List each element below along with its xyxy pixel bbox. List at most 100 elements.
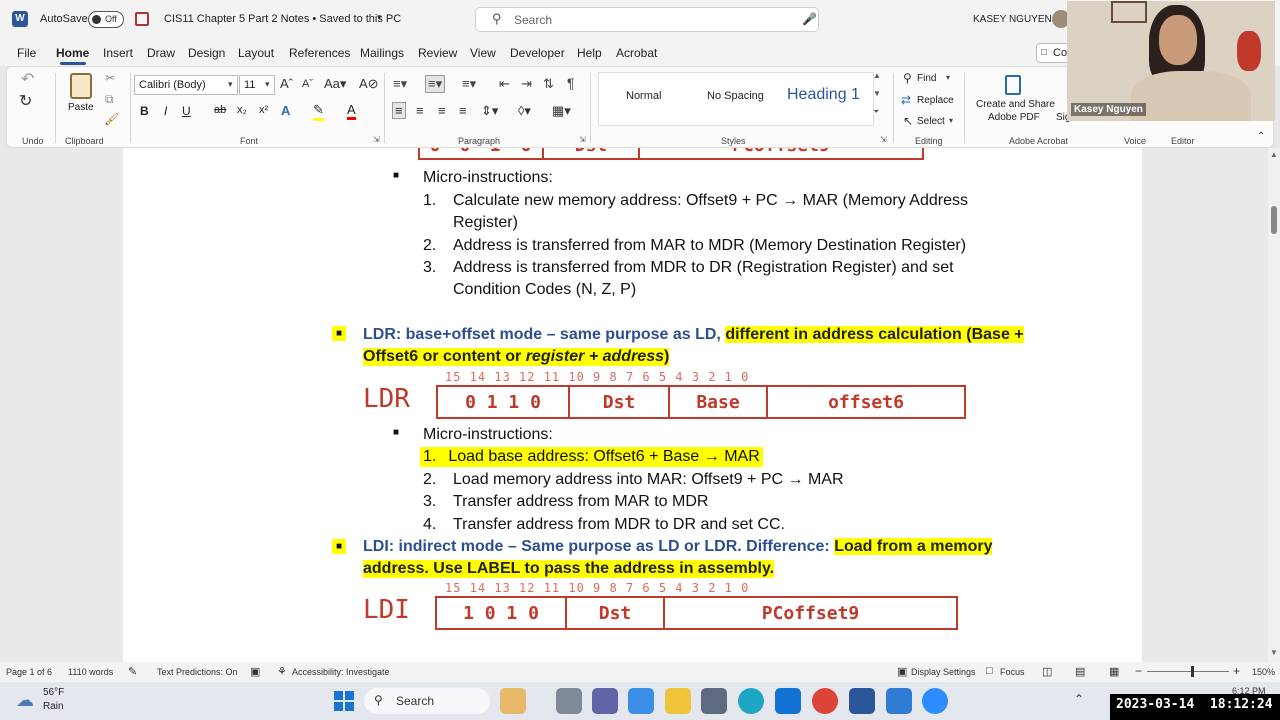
menu-file[interactable]: File — [17, 46, 36, 60]
increase-indent-icon[interactable]: ⇥ — [521, 76, 532, 92]
superscript-button[interactable]: x² — [259, 104, 268, 116]
microsoft-store-icon[interactable] — [628, 688, 654, 714]
widgets-icon[interactable] — [500, 688, 526, 714]
strikethrough-button[interactable]: ab — [214, 104, 226, 116]
underline-button[interactable]: U — [182, 104, 191, 118]
proofing-icon[interactable]: ✎ — [128, 665, 137, 678]
edge-browser-icon[interactable] — [738, 688, 764, 714]
chevron-up-icon[interactable]: ⌃ — [1074, 692, 1084, 706]
text-effects-icon[interactable]: A — [281, 103, 290, 118]
sort-icon[interactable]: ⇅ — [543, 76, 554, 92]
subscript-button[interactable]: x₂ — [237, 104, 247, 116]
shading-icon[interactable]: ◊▾ — [518, 103, 531, 119]
format-painter-icon[interactable]: 🖌 — [104, 112, 119, 126]
autosave-toggle[interactable]: Off — [88, 11, 124, 28]
copy-icon[interactable]: ⧉ — [105, 92, 114, 107]
multilevel-list-icon[interactable]: ≡▾ — [462, 76, 476, 92]
zoom-app-icon[interactable] — [922, 688, 948, 714]
style-heading-1[interactable]: Heading 1 — [787, 86, 860, 104]
microphone-icon[interactable]: 🎤 — [802, 12, 817, 26]
font-dialog-launcher-icon[interactable]: ⇲ — [373, 135, 380, 144]
collapse-ribbon-icon[interactable]: ⌃ — [1257, 131, 1265, 142]
style-normal[interactable]: Normal — [626, 90, 661, 102]
focus-button[interactable]: Focus — [1000, 667, 1025, 677]
shrink-font-icon[interactable]: Aˇ — [302, 78, 313, 90]
line-spacing-icon[interactable]: ⇕▾ — [481, 103, 498, 119]
justify-button[interactable]: ≡ — [459, 103, 467, 118]
cut-icon[interactable]: ✂ — [105, 71, 115, 85]
calendar-icon[interactable] — [886, 688, 912, 714]
menu-view[interactable]: View — [470, 46, 496, 60]
grow-font-icon[interactable]: Aˆ — [280, 76, 293, 91]
word-count[interactable]: 1110 words — [68, 667, 113, 677]
adobe-pdf-label[interactable]: Adobe PDF — [988, 112, 1040, 123]
scrollbar-thumb[interactable] — [1271, 206, 1277, 234]
menu-design[interactable]: Design — [188, 46, 225, 60]
web-layout-icon[interactable]: ▦ — [1109, 665, 1119, 678]
change-case-icon[interactable]: Aa▾ — [324, 76, 346, 92]
menu-developer[interactable]: Developer — [510, 46, 565, 60]
menu-references[interactable]: References — [289, 46, 350, 60]
display-settings[interactable]: Display Settings — [911, 667, 976, 677]
menu-draw[interactable]: Draw — [147, 46, 175, 60]
zoom-out-icon[interactable]: − — [1135, 664, 1142, 678]
borders-icon[interactable]: ▦▾ — [552, 103, 571, 119]
feedback-icon[interactable] — [701, 688, 727, 714]
weather-temp[interactable]: 56°F — [43, 687, 64, 698]
taskbar-search[interactable]: ⚲ Search — [364, 688, 490, 714]
menu-review[interactable]: Review — [418, 46, 457, 60]
read-mode-icon[interactable]: ◫ — [1042, 665, 1052, 678]
paste-icon[interactable] — [70, 73, 92, 99]
macro-icon[interactable]: ▣ — [250, 665, 260, 678]
decrease-indent-icon[interactable]: ⇤ — [499, 76, 510, 92]
redo-icon[interactable]: ↻ — [19, 91, 32, 111]
bold-button[interactable]: B — [140, 104, 149, 118]
highlight-icon[interactable]: ✎ — [313, 102, 324, 121]
style-no-spacing[interactable]: No Spacing — [707, 90, 764, 102]
scroll-down-icon[interactable]: ▼ — [1270, 648, 1278, 657]
clear-formatting-icon[interactable]: A⊘ — [359, 76, 379, 92]
font-size-select[interactable]: 11 ▾ — [239, 75, 275, 95]
zoom-in-icon[interactable]: + — [1233, 664, 1240, 678]
zoom-level[interactable]: 150% — [1252, 667, 1275, 677]
zoom-slider-thumb[interactable] — [1191, 666, 1194, 677]
select-button[interactable]: Select — [917, 116, 945, 127]
scroll-up-icon[interactable]: ▲ — [1270, 150, 1278, 159]
windows-start-icon[interactable] — [334, 691, 354, 711]
bullets-icon[interactable]: ≡▾ — [393, 76, 407, 92]
text-predictions[interactable]: Text Predictions: On — [157, 667, 238, 677]
menu-acrobat[interactable]: Acrobat — [616, 46, 657, 60]
file-explorer-icon[interactable] — [665, 688, 691, 714]
menu-help[interactable]: Help — [577, 46, 602, 60]
create-share-label[interactable]: Create and Share — [976, 99, 1055, 110]
show-formatting-icon[interactable]: ¶ — [567, 75, 575, 91]
page-count[interactable]: Page 1 of 6 — [6, 667, 52, 677]
weather-condition[interactable]: Rain — [43, 701, 64, 712]
search-box[interactable]: ⚲ Search 🎤 — [475, 7, 819, 32]
styles-scroll-down-icon[interactable]: ▼ — [873, 89, 881, 98]
styles-more-icon[interactable]: ⏷ — [873, 107, 879, 117]
styles-scroll-up-icon[interactable]: ▲ — [873, 71, 881, 80]
menu-layout[interactable]: Layout — [238, 46, 274, 60]
weather-icon[interactable]: ☁ — [16, 690, 34, 711]
align-center-button[interactable]: ≡ — [416, 103, 424, 118]
teams-chat-icon[interactable] — [592, 688, 618, 714]
italic-button[interactable]: I — [164, 104, 167, 118]
replace-button[interactable]: Replace — [917, 95, 954, 106]
find-button[interactable]: Find — [917, 73, 936, 84]
menu-insert[interactable]: Insert — [103, 46, 133, 60]
align-left-button[interactable]: ≡ — [392, 102, 406, 119]
paste-label[interactable]: Paste — [68, 102, 94, 113]
adobe-pdf-icon[interactable] — [1005, 75, 1021, 95]
numbering-icon[interactable]: ≡▾ — [425, 75, 446, 93]
font-name-select[interactable]: Calibri (Body) ▾ — [134, 75, 238, 95]
print-layout-icon[interactable]: ▤ — [1075, 665, 1085, 678]
user-name[interactable]: KASEY NGUYEN — [973, 14, 1052, 25]
font-color-icon[interactable]: A — [347, 102, 356, 120]
align-right-button[interactable]: ≡ — [438, 103, 446, 118]
menu-mailings[interactable]: Mailings — [360, 46, 404, 60]
zoom-slider[interactable] — [1147, 666, 1229, 677]
save-icon[interactable] — [135, 12, 149, 26]
paragraph-dialog-launcher-icon[interactable]: ⇲ — [579, 135, 586, 144]
styles-dialog-launcher-icon[interactable]: ⇲ — [880, 135, 887, 144]
